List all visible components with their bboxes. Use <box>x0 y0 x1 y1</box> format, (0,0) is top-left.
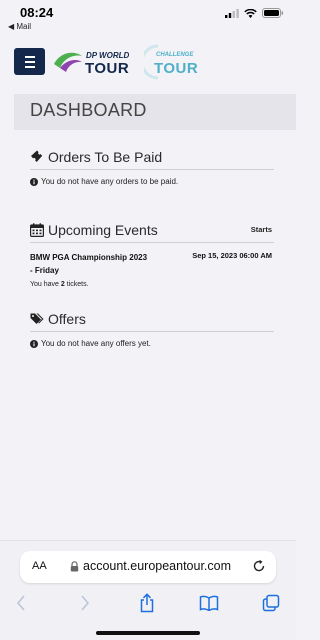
share-icon <box>140 593 154 613</box>
reload-icon[interactable] <box>252 559 266 573</box>
forward-button[interactable] <box>74 593 96 613</box>
offers-header: Offers <box>30 308 274 332</box>
tickets-prefix: You have <box>30 281 61 288</box>
challenge-text: CHALLENGE <box>156 52 194 58</box>
event-date: Sep 15, 2023 06:00 AM <box>192 251 272 260</box>
offers-empty-text: You do not have any offers yet. <box>41 339 151 348</box>
battery-icon <box>262 8 284 18</box>
dashboard-bar: DASHBOARD <box>14 94 296 130</box>
challenge-tour-text: TOUR <box>154 60 198 77</box>
orders-empty-message: You do not have any orders to be paid. <box>30 177 274 186</box>
dp-tour-text: TOUR <box>85 60 129 77</box>
menu-bar <box>24 55 35 58</box>
browser-toolbar <box>0 593 296 619</box>
events-section: Upcoming Events Starts BMW PGA Champions… <box>30 219 274 299</box>
share-button[interactable] <box>136 593 158 613</box>
page-title: DASHBOARD <box>30 100 147 120</box>
back-to-mail-link[interactable]: ◀ Mail <box>8 22 31 31</box>
orders-empty-text: You do not have any orders to be paid. <box>41 177 179 186</box>
bookmarks-button[interactable] <box>198 593 220 613</box>
wifi-icon <box>244 8 257 18</box>
home-indicator[interactable] <box>96 631 200 635</box>
reader-aa-button[interactable]: AA <box>32 560 47 572</box>
orders-header: Orders To Be Paid <box>30 146 274 170</box>
hamburger-menu-button[interactable] <box>14 48 45 75</box>
challenge-tour-logo[interactable]: CHALLENGE TOUR <box>144 44 204 80</box>
dp-world-tour-logo[interactable]: DP WORLD TOUR <box>52 46 136 78</box>
system-icons <box>225 8 284 18</box>
offers-title: Offers <box>48 311 86 327</box>
events-title: Upcoming Events <box>48 222 158 238</box>
address-bar[interactable]: AA account.europeantour.com <box>20 551 276 583</box>
back-button[interactable] <box>10 593 32 613</box>
tabs-icon <box>262 594 280 612</box>
site-header: DP WORLD TOUR CHALLENGE TOUR <box>0 36 296 92</box>
event-name-link[interactable]: BMW PGA Championship 2023 - Friday <box>30 251 150 277</box>
starts-column-header: Starts <box>250 225 272 234</box>
dp-world-text: DP WORLD <box>86 51 129 60</box>
info-icon <box>30 177 38 186</box>
ticket-icon <box>31 150 43 162</box>
offers-section: Offers You do not have any offers yet. <box>30 308 274 348</box>
lock-icon <box>70 561 79 572</box>
orders-title: Orders To Be Paid <box>48 149 163 165</box>
offers-empty-message: You do not have any offers yet. <box>30 339 274 348</box>
chevron-left-icon <box>16 595 25 611</box>
calendar-icon <box>30 223 44 237</box>
browser-chrome: AA account.europeantour.com <box>0 540 296 640</box>
chevron-right-icon <box>81 595 90 611</box>
menu-bar <box>24 60 35 63</box>
info-icon <box>30 339 38 348</box>
menu-bar <box>24 65 35 68</box>
url-text[interactable]: account.europeantour.com <box>83 559 231 573</box>
status-bar: 08:24 ◀ Mail <box>0 0 296 36</box>
book-icon <box>199 595 219 611</box>
tags-icon <box>30 313 44 324</box>
events-header: Upcoming Events Starts <box>30 219 274 243</box>
orders-section: Orders To Be Paid You do not have any or… <box>30 146 274 186</box>
event-tickets-info: You have 2 tickets. <box>30 281 89 288</box>
status-time: 08:24 <box>20 5 54 20</box>
tickets-suffix: tickets. <box>64 281 89 288</box>
signal-icon <box>225 8 239 18</box>
tabs-button[interactable] <box>260 593 282 613</box>
